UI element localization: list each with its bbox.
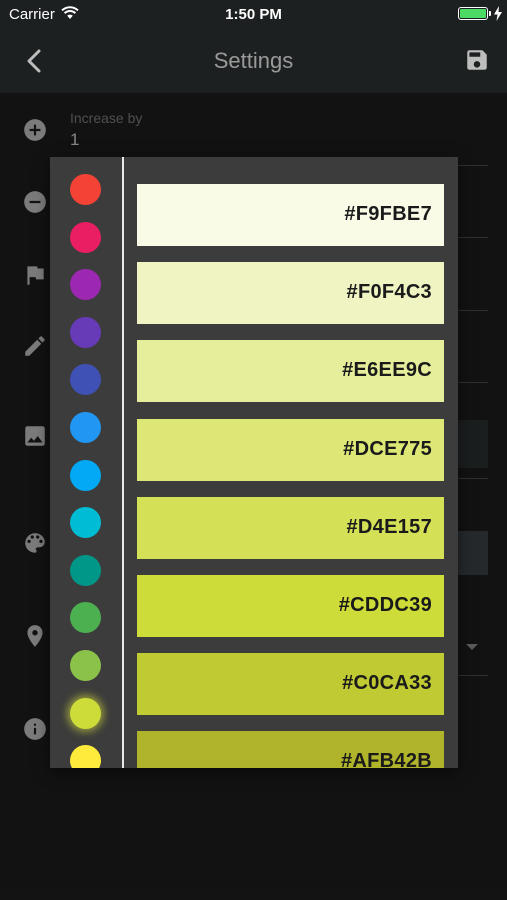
hue-swatch-lime[interactable]: [70, 697, 101, 729]
status-time: 1:50 PM: [225, 6, 282, 23]
shade-hex-label: #AFB42B: [340, 750, 432, 768]
page-title: Settings: [213, 48, 294, 73]
charging-icon: [494, 6, 502, 21]
shade-swatch[interactable]: #C0CA33: [137, 653, 444, 716]
shade-swatch[interactable]: #F9FBE7: [137, 184, 444, 246]
hue-column: [50, 157, 122, 768]
shade-hex-label: #DCE775: [343, 437, 432, 460]
shade-hex-label: #F0F4C3: [346, 281, 432, 304]
hue-swatch-green[interactable]: [70, 602, 101, 634]
shade-hex-label: #CDDC39: [338, 594, 432, 616]
shade-swatch[interactable]: #AFB42B: [137, 731, 444, 768]
battery-icon: [458, 7, 488, 20]
shade-swatch[interactable]: #F0F4C3: [137, 262, 444, 325]
hue-swatch-deep-purple[interactable]: [70, 316, 101, 348]
status-bar: Carrier 1:50 PM: [0, 0, 507, 30]
hue-swatch-indigo[interactable]: [70, 364, 101, 396]
hue-swatch-red[interactable]: [70, 174, 101, 205]
hue-swatch-teal[interactable]: [70, 554, 101, 586]
hue-swatch-yellow[interactable]: [70, 745, 101, 768]
shade-swatch[interactable]: #D4E157: [137, 496, 444, 559]
shade-swatch[interactable]: #CDDC39: [137, 575, 444, 637]
shade-hex-label: #D4E157: [346, 515, 432, 538]
hue-swatch-purple[interactable]: [70, 269, 101, 301]
battery-tip: [489, 11, 491, 16]
hue-swatch-cyan[interactable]: [70, 507, 101, 539]
hue-swatch-light-blue[interactable]: [70, 459, 101, 491]
hue-swatch-light-green[interactable]: [70, 650, 101, 681]
color-picker-dialog: #F9FBE7 #F0F4C3 #E6EE9C #DCE775 #D4E157 #CDDC…: [50, 157, 458, 768]
save-icon[interactable]: [464, 47, 490, 73]
shade-swatch[interactable]: #E6EE9C: [137, 340, 444, 403]
shade-hex-label: #E6EE9C: [342, 359, 432, 382]
hue-swatch-pink[interactable]: [70, 221, 101, 253]
shade-hex-label: #C0CA33: [342, 672, 432, 695]
shade-swatch[interactable]: #DCE775: [137, 418, 444, 481]
hue-swatch-blue[interactable]: [70, 412, 101, 443]
nav-bar: Settings: [0, 30, 507, 93]
picker-divider: [122, 157, 124, 768]
shade-hex-label: #F9FBE7: [344, 203, 432, 225]
